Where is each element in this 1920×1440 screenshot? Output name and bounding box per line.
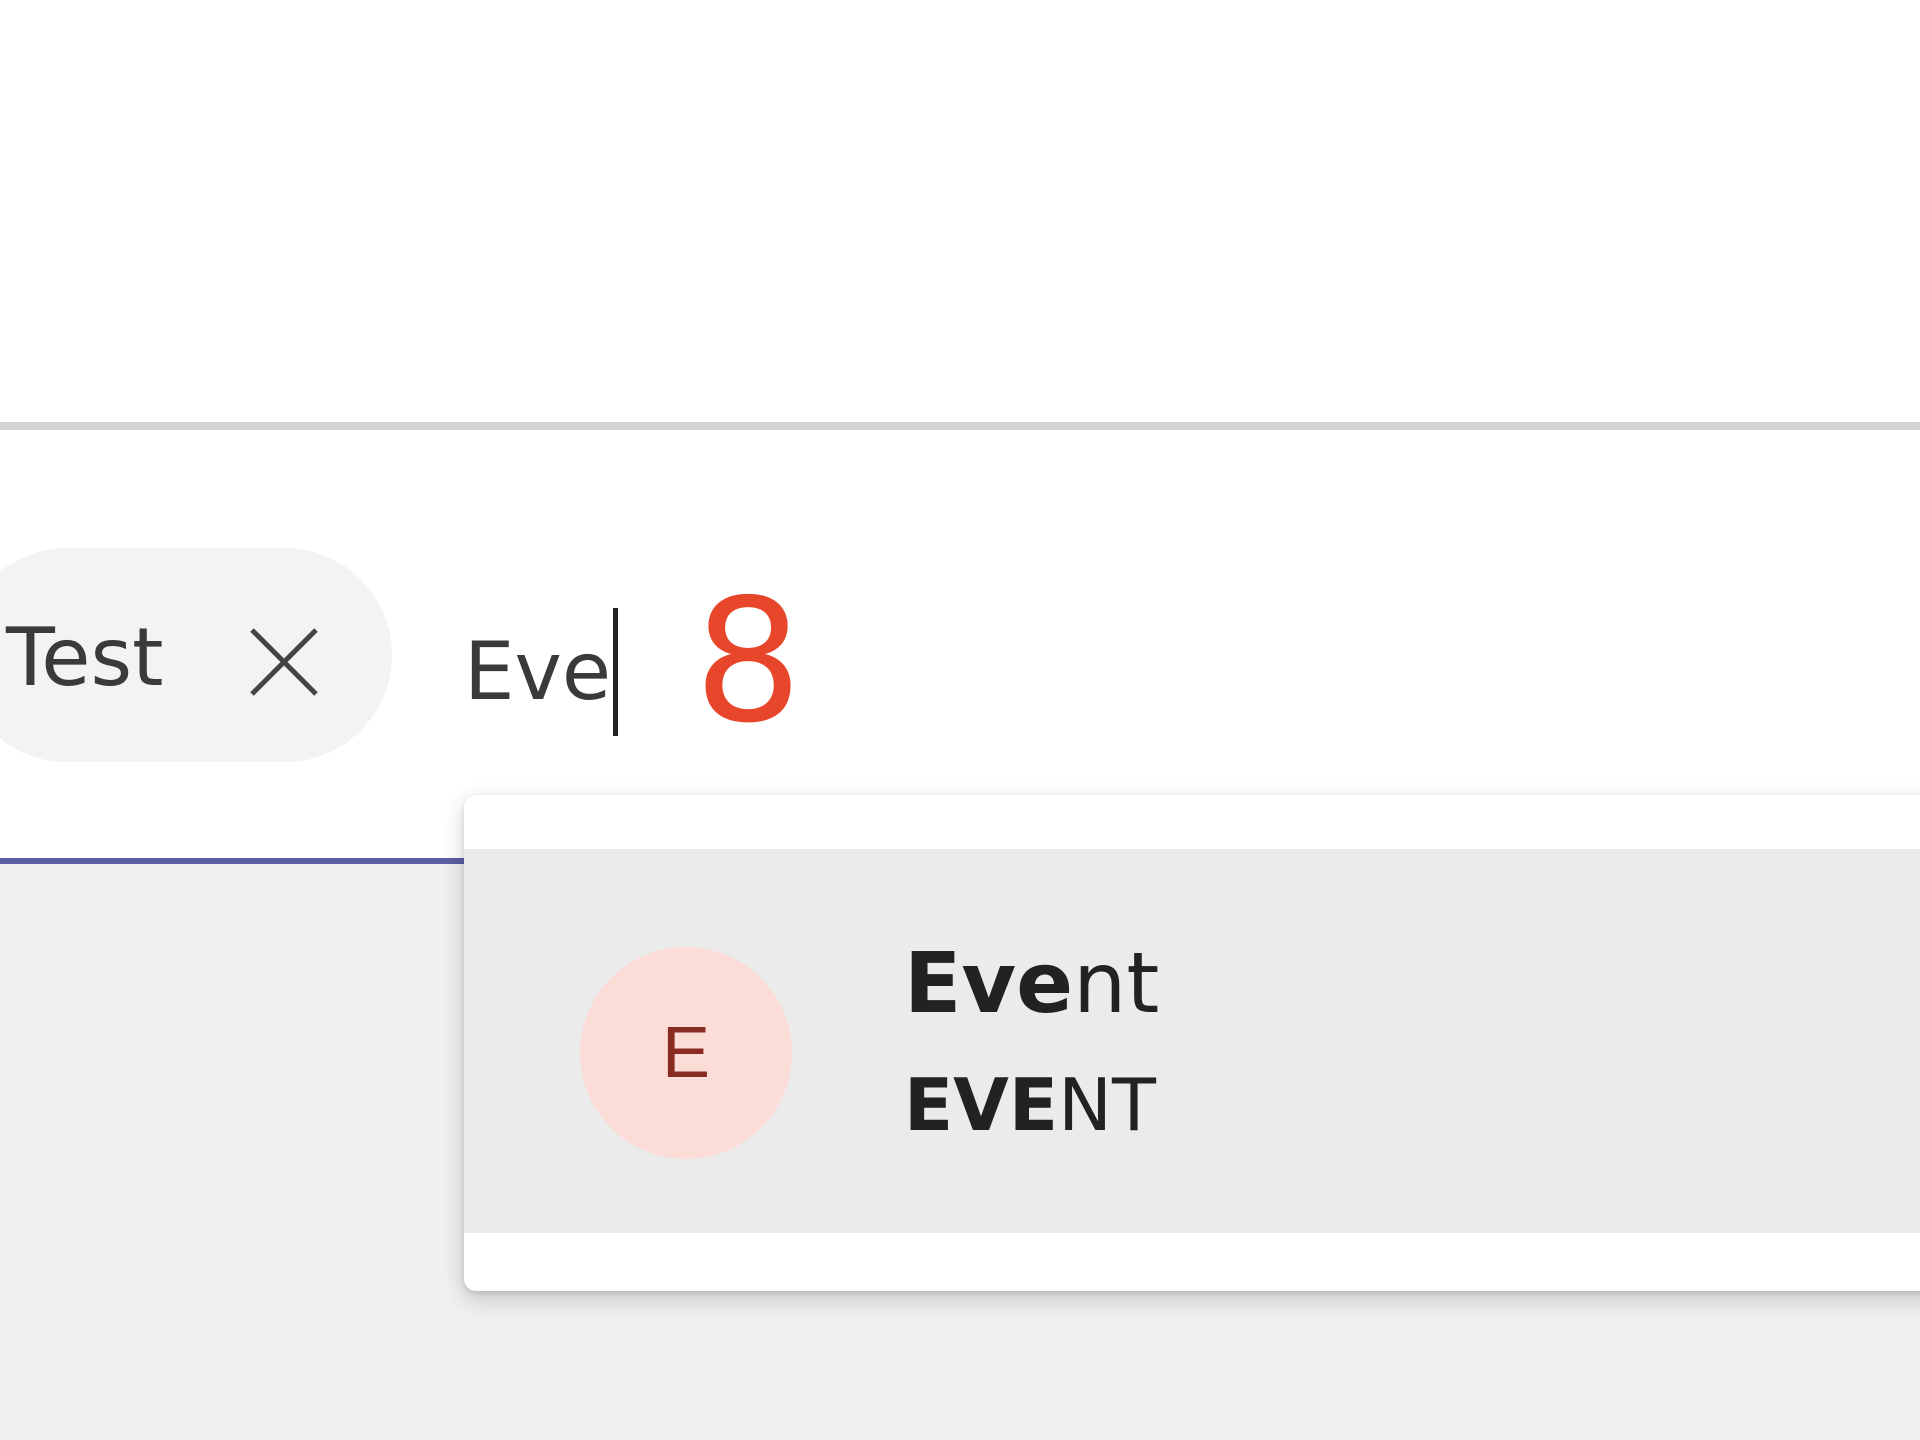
divider [0,422,1920,430]
suggestion-title-match: Eve [904,934,1074,1032]
avatar: E [580,947,792,1159]
suggestion-item[interactable]: E Event EVENT [464,849,1920,1233]
input-focus-underline [0,858,464,864]
avatar-initial: E [661,1013,711,1093]
recipient-chip-label: Test [6,611,164,704]
suggestion-title-rest: nt [1073,934,1160,1032]
message-area [0,0,1920,422]
step-annotation: 8 [694,563,803,761]
suggestion-subtitle-rest: NT [1058,1063,1156,1147]
close-icon[interactable] [244,622,324,702]
text-caret [613,608,619,736]
suggestion-subtitle: EVENT [904,1061,1156,1149]
suggestion-dropdown: E Event EVENT [464,795,1920,1291]
recipient-search-input[interactable]: Eve [464,608,619,736]
search-input-value: Eve [464,625,612,718]
suggestion-title: Event [904,933,1159,1033]
suggestion-subtitle-match: EVE [904,1063,1059,1147]
